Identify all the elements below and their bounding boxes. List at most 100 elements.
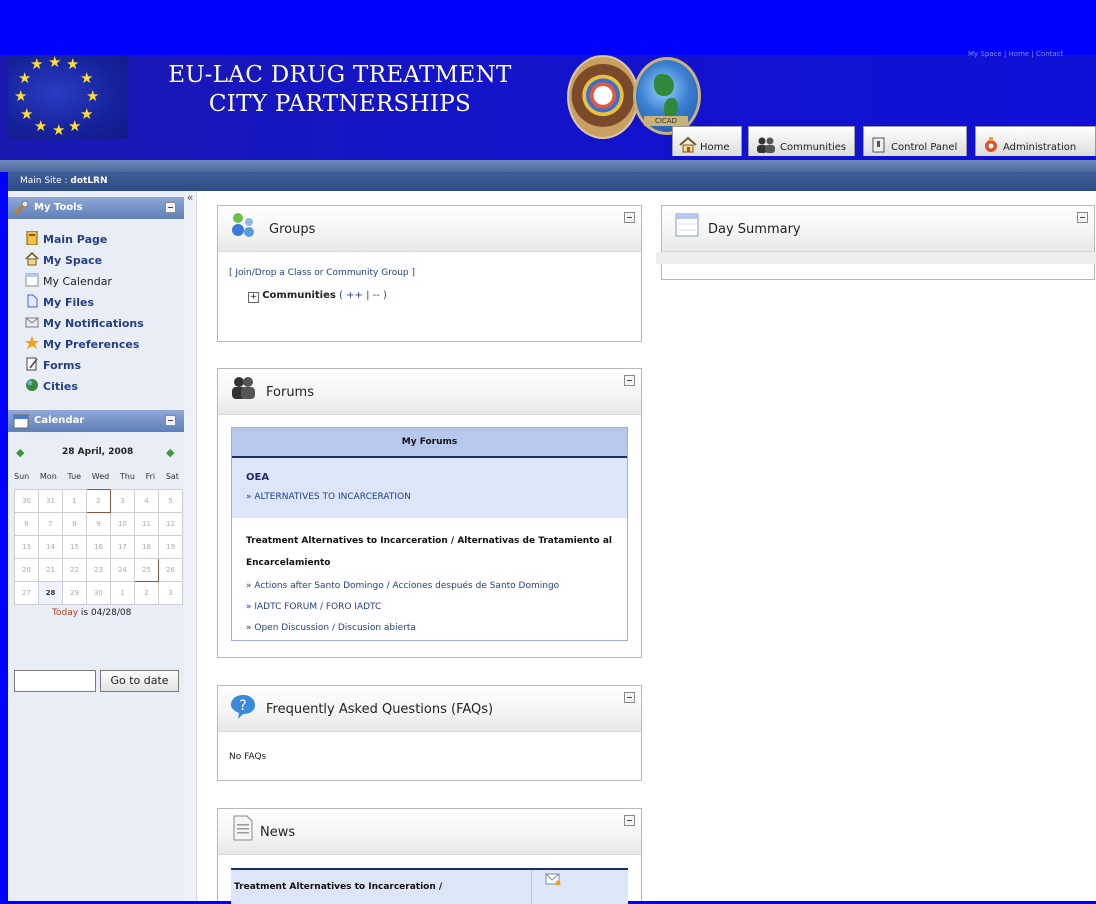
my-tools-minimize-button[interactable]: [165, 202, 176, 213]
calendar-day[interactable]: 5: [158, 489, 183, 513]
my-forums-box: My Forums OEA » ALTERNATIVES TO INCARCER…: [231, 427, 628, 641]
calendar-day[interactable]: 15: [62, 535, 87, 559]
calendar-day[interactable]: 4: [134, 489, 159, 513]
calendar-day[interactable]: 20: [14, 558, 39, 582]
calendar-day[interactable]: 2: [134, 581, 159, 605]
forums-portlet-header: Forums: [218, 369, 641, 415]
tab-communities[interactable]: Communities: [748, 126, 855, 156]
sidebar-item-my-calendar[interactable]: My Calendar: [25, 273, 112, 291]
tab-home-label: Home: [700, 142, 730, 153]
calendar-grid: 30 31 1 2 3 4 5 6 7 8 9 10 11 12 13 14 1…: [14, 489, 183, 605]
calendar-day[interactable]: 6: [14, 512, 39, 536]
calendar-month-label: 28 April, 2008: [62, 447, 134, 457]
groups-title: Groups: [269, 222, 316, 237]
calendar-day[interactable]: 3: [158, 581, 183, 605]
home-icon: [679, 137, 697, 153]
calendar-icon: [13, 414, 29, 429]
prev-month-arrow-icon[interactable]: ◆: [16, 446, 24, 459]
calendar-day[interactable]: 31: [38, 489, 63, 513]
calendar-day[interactable]: 1: [110, 581, 135, 605]
tab-control-panel[interactable]: Control Panel: [863, 126, 967, 156]
calendar-day[interactable]: 9: [86, 512, 111, 536]
sidebar-item-my-notifications[interactable]: My Notifications: [25, 315, 144, 333]
forum-link[interactable]: » Open Discussion / Discusion abierta: [246, 623, 416, 633]
calendar-day[interactable]: 11: [134, 512, 159, 536]
news-row-label[interactable]: Treatment Alternatives to Incarceration …: [234, 882, 442, 892]
calendar-minimize-button[interactable]: [165, 415, 176, 426]
people-icon: [757, 137, 775, 153]
tab-control-panel-label: Control Panel: [891, 142, 958, 153]
next-month-arrow-icon[interactable]: ◆: [166, 446, 174, 459]
calendar-day[interactable]: 30: [14, 489, 39, 513]
calendar-day[interactable]: 21: [38, 558, 63, 582]
calendar-day[interactable]: 3: [110, 489, 135, 513]
calendar-day[interactable]: 19: [158, 535, 183, 559]
sidebar-item-my-space[interactable]: My Space: [25, 252, 102, 270]
date-input[interactable]: [14, 670, 96, 692]
calendar-day[interactable]: 23: [86, 558, 111, 582]
files-icon: [27, 294, 38, 308]
communities-expand-links[interactable]: ( ++ | -- ): [339, 290, 387, 301]
sidebar-collapse-toggle[interactable]: «: [184, 191, 197, 901]
calendar-day[interactable]: 8: [62, 512, 87, 536]
sidebar-item-my-preferences[interactable]: My Preferences: [25, 336, 139, 354]
top-right-links[interactable]: My Space | Home | Contact: [968, 50, 1063, 58]
calendar-day[interactable]: 16: [86, 535, 111, 559]
breadcrumb-current[interactable]: dotLRN: [70, 176, 107, 186]
sidebar-item-main-page[interactable]: Main Page: [25, 231, 107, 249]
calendar-day[interactable]: 1: [62, 489, 87, 513]
calendar-day[interactable]: 18: [134, 535, 159, 559]
sidebar-item-my-files[interactable]: My Files: [25, 294, 94, 312]
forum-link[interactable]: » Actions after Santo Domingo / Acciones…: [246, 581, 559, 591]
calendar-day[interactable]: 17: [110, 535, 135, 559]
sidebar-item-cities[interactable]: Cities: [25, 378, 78, 396]
calendar-day[interactable]: 26: [158, 558, 183, 582]
calendar-day[interactable]: 24: [110, 558, 135, 582]
news-portlet: News Treatment Alternatives to Incarcera…: [217, 808, 642, 904]
forums-portlet: Forums My Forums OEA » ALTERNATIVES TO I…: [217, 368, 642, 658]
calendar-day[interactable]: 13: [14, 535, 39, 559]
calendar-day[interactable]: 30: [86, 581, 111, 605]
day-summary-portlet: Day Summary: [656, 205, 1096, 280]
calendar-day[interactable]: 29: [62, 581, 87, 605]
groups-minimize-button[interactable]: [624, 212, 635, 223]
tab-home[interactable]: Home: [672, 126, 742, 156]
calendar-header: Calendar: [8, 410, 184, 432]
tools-icon: [13, 200, 29, 216]
calendar-day[interactable]: 14: [38, 535, 63, 559]
calendar-day-today[interactable]: 28: [38, 581, 63, 605]
forum-group-oea: OEA » ALTERNATIVES TO INCARCERATION: [232, 458, 627, 518]
day-summary-minimize-button[interactable]: [1077, 212, 1088, 223]
calendar-icon: [25, 273, 39, 287]
calendar-day[interactable]: 7: [38, 512, 63, 536]
calendar-day[interactable]: 22: [62, 558, 87, 582]
faqs-minimize-button[interactable]: [624, 692, 635, 703]
home-icon: [25, 252, 39, 266]
news-minimize-button[interactable]: [624, 815, 635, 826]
forum-link[interactable]: » ALTERNATIVES TO INCARCERATION: [246, 492, 411, 502]
forums-minimize-button[interactable]: [624, 375, 635, 386]
calendar-day[interactable]: 10: [110, 512, 135, 536]
forum-link[interactable]: » IADTC FORUM / FORO IADTC: [246, 602, 381, 612]
forums-title: Forums: [266, 385, 314, 400]
expand-plus-icon[interactable]: +: [248, 292, 259, 303]
nav-strip: [0, 160, 1096, 172]
cities-icon: [26, 379, 38, 391]
calendar-day[interactable]: 12: [158, 512, 183, 536]
calendar-day[interactable]: 27: [14, 581, 39, 605]
faqs-portlet: ? Frequently Asked Questions (FAQs) No F…: [217, 685, 642, 781]
calendar-weekday-row: Sun Mon Tue Wed Thu Fri Sat: [14, 472, 179, 481]
day-summary-header: Day Summary: [662, 206, 1094, 252]
join-drop-group-link[interactable]: [ Join/Drop a Class or Community Group ]: [229, 268, 415, 278]
tab-administration[interactable]: Administration: [975, 126, 1096, 156]
calendar-day[interactable]: 25: [134, 558, 159, 582]
groups-portlet: Groups [ Join/Drop a Class or Community …: [217, 205, 642, 342]
sidebar-item-forms[interactable]: Forms: [25, 357, 81, 375]
faqs-empty-text: No FAQs: [229, 752, 267, 762]
site-title: EU-LAC DRUG TREATMENT CITY PARTNERSHIPS: [150, 61, 530, 119]
email-notify-icon[interactable]: [545, 872, 561, 886]
tab-communities-label: Communities: [780, 142, 847, 153]
go-to-date-button[interactable]: Go to date: [100, 670, 179, 692]
calendar-day[interactable]: 2: [86, 489, 111, 513]
today-link[interactable]: Today: [52, 608, 78, 618]
